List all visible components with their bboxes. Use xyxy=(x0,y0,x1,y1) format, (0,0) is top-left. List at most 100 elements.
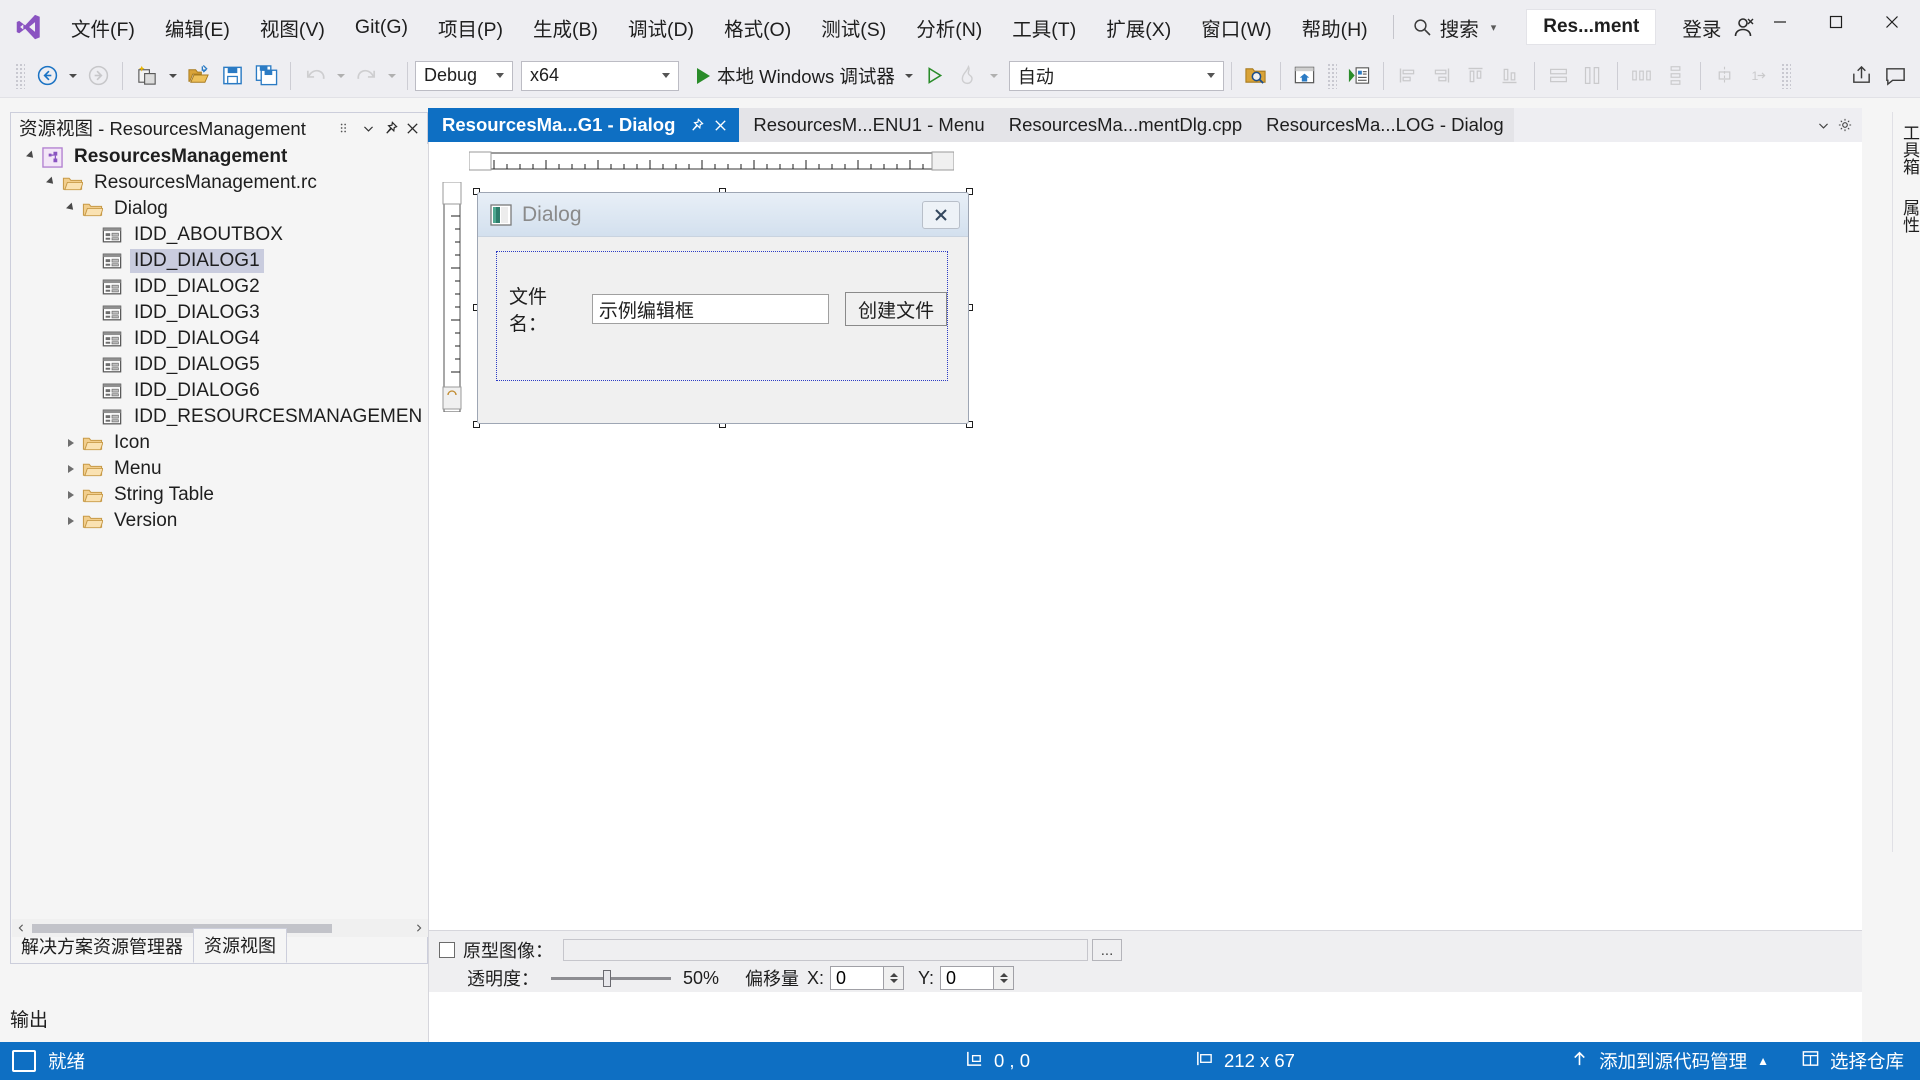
open-file-icon[interactable] xyxy=(181,59,215,93)
tree-item-idd-dialog6[interactable]: IDD_DIALOG6 xyxy=(12,378,428,404)
dock-tab-properties[interactable]: 属性 xyxy=(1893,187,1920,245)
chevron-down-icon[interactable] xyxy=(1812,109,1834,141)
maximize-button[interactable] xyxy=(1808,0,1864,44)
document-tab-dialog1[interactable]: ResourcesMa...G1 - Dialog xyxy=(428,108,740,142)
tree-item-idd-resourcesmanagemen[interactable]: IDD_RESOURCESMANAGEMEN xyxy=(12,404,428,430)
menu-tools[interactable]: 工具(T) xyxy=(997,8,1091,46)
offset-x-value[interactable]: 0 xyxy=(830,966,885,990)
toolbar-grip-2[interactable] xyxy=(1326,62,1337,89)
navigate-back-dropdown[interactable] xyxy=(64,59,81,93)
configuration-combo[interactable]: Debug xyxy=(415,60,513,91)
more-options-icon[interactable] xyxy=(335,115,357,141)
menu-build[interactable]: 生成(B) xyxy=(518,8,613,46)
tree-item-idd-dialog2[interactable]: IDD_DIALOG2 xyxy=(12,274,428,300)
save-icon[interactable] xyxy=(215,59,249,93)
dialog-preview-window[interactable]: Dialog 文件名： 示例编辑框 创建文件 xyxy=(477,192,969,424)
dropdown-chevron-icon[interactable] xyxy=(357,115,379,141)
collapse-arrow-icon[interactable] xyxy=(62,196,80,222)
offset-y-value[interactable]: 0 xyxy=(940,966,995,990)
offset-x-stepper[interactable]: 0 xyxy=(830,966,905,990)
menu-extensions[interactable]: 扩展(X) xyxy=(1091,8,1186,46)
opacity-slider-thumb[interactable] xyxy=(603,970,611,987)
chevron-down-icon[interactable]: ▾ xyxy=(1491,21,1497,34)
tree-item-idd-aboutbox[interactable]: IDD_ABOUTBOX xyxy=(12,222,428,248)
menu-debug[interactable]: 调试(D) xyxy=(613,8,709,46)
prototype-image-path-input[interactable] xyxy=(563,939,1088,961)
tree-item-resourcesmanagement[interactable]: ResourcesManagement xyxy=(12,144,428,170)
tree-item-idd-dialog5[interactable]: IDD_DIALOG5 xyxy=(12,352,428,378)
preview-icon[interactable] xyxy=(1342,59,1376,93)
share-icon[interactable] xyxy=(1844,59,1878,93)
select-repository-button[interactable]: 选择仓库 xyxy=(1785,1042,1920,1080)
menu-test[interactable]: 测试(S) xyxy=(806,8,901,46)
tab-solution-explorer[interactable]: 解决方案资源管理器 xyxy=(11,930,193,963)
tree-item-icon[interactable]: Icon xyxy=(12,430,428,456)
close-icon[interactable] xyxy=(711,118,729,133)
save-all-icon[interactable] xyxy=(249,59,283,93)
menu-analyze[interactable]: 分析(N) xyxy=(901,8,997,46)
search-input[interactable]: 搜索 ▾ xyxy=(1404,9,1505,45)
create-file-button[interactable]: 创建文件 xyxy=(845,292,948,326)
tree-item-menu[interactable]: Menu xyxy=(12,456,428,482)
opacity-slider[interactable] xyxy=(551,968,671,988)
tree-item-version[interactable]: Version xyxy=(12,508,428,534)
menu-window[interactable]: 窗口(W) xyxy=(1186,8,1286,46)
document-tab-menu[interactable]: ResourcesM...ENU1 - Menu xyxy=(739,108,995,142)
start-debugging-dropdown[interactable] xyxy=(901,59,918,93)
auto-select-combo[interactable]: 自动 xyxy=(1008,60,1224,91)
menu-format[interactable]: 格式(O) xyxy=(709,8,806,46)
tree-item-string-table[interactable]: String Table xyxy=(12,482,428,508)
tab-settings-icon[interactable] xyxy=(1834,109,1856,141)
filename-edit-control[interactable]: 示例编辑框 xyxy=(591,294,830,324)
tree-item-idd-dialog3[interactable]: IDD_DIALOG3 xyxy=(12,300,428,326)
menu-help[interactable]: 帮助(H) xyxy=(1287,8,1383,46)
dialog-close-icon[interactable] xyxy=(922,200,960,229)
toolbar-grip-3[interactable] xyxy=(1780,62,1791,89)
offset-y-stepper[interactable]: 0 xyxy=(940,966,1015,990)
start-debugging-button[interactable]: 本地 Windows 调试器 xyxy=(691,60,901,92)
expand-arrow-icon[interactable] xyxy=(62,482,80,508)
output-panel-label[interactable]: 输出 xyxy=(10,1005,48,1032)
project-name-chip[interactable]: Res...ment xyxy=(1526,9,1657,45)
dialog-designer-surface[interactable]: Dialog 文件名： 示例编辑框 创建文件 xyxy=(428,142,1862,1042)
offset-x-spin-buttons[interactable] xyxy=(884,966,905,990)
minimize-button[interactable] xyxy=(1752,0,1808,44)
menu-file[interactable]: 文件(F) xyxy=(56,8,150,46)
menu-view[interactable]: 视图(V) xyxy=(245,8,340,46)
resource-tree[interactable]: ResourcesManagement ResourcesManagement.r… xyxy=(12,144,428,934)
add-to-source-control-button[interactable]: 添加到源代码管理 ▲ xyxy=(1554,1042,1785,1080)
menu-git[interactable]: Git(G) xyxy=(340,8,423,46)
collapse-arrow-icon[interactable] xyxy=(42,170,60,196)
close-icon[interactable] xyxy=(401,115,423,141)
expand-arrow-icon[interactable] xyxy=(62,456,80,482)
toolbar-grip[interactable] xyxy=(15,62,25,89)
collapse-arrow-icon[interactable] xyxy=(22,144,40,170)
new-item-icon[interactable] xyxy=(130,59,164,93)
sign-in-button[interactable]: 登录 xyxy=(1682,13,1755,42)
document-tab-dialog[interactable]: ResourcesMa...LOG - Dialog xyxy=(1252,108,1514,142)
tree-item-idd-dialog4[interactable]: IDD_DIALOG4 xyxy=(12,326,428,352)
platform-combo[interactable]: x64 xyxy=(521,60,679,91)
tree-item-idd-dialog1[interactable]: IDD_DIALOG1 xyxy=(12,248,428,274)
dialog-selection[interactable]: Dialog 文件名： 示例编辑框 创建文件 xyxy=(473,188,973,428)
home-window-icon[interactable] xyxy=(1288,59,1322,93)
feedback-icon[interactable] xyxy=(1878,59,1912,93)
find-in-files-icon[interactable] xyxy=(1239,59,1273,93)
start-without-debugging-icon[interactable] xyxy=(918,59,952,93)
document-tab-cpp[interactable]: ResourcesMa...mentDlg.cpp xyxy=(994,108,1253,142)
offset-y-spin-buttons[interactable] xyxy=(994,966,1015,990)
prototype-image-checkbox[interactable] xyxy=(439,942,455,958)
menu-project[interactable]: 项目(P) xyxy=(423,8,518,46)
tree-item-resourcesmanagement-rc[interactable]: ResourcesManagement.rc xyxy=(12,170,428,196)
new-item-dropdown[interactable] xyxy=(164,59,181,93)
close-button[interactable] xyxy=(1864,0,1920,44)
caret-up-icon[interactable]: ▲ xyxy=(1757,1054,1769,1068)
dock-tab-toolbox[interactable]: 工具箱 xyxy=(1893,112,1920,187)
group-box-control[interactable]: 文件名： 示例编辑框 创建文件 xyxy=(496,251,948,381)
navigate-back-icon[interactable] xyxy=(30,59,64,93)
expand-arrow-icon[interactable] xyxy=(62,430,80,456)
tab-resource-view[interactable]: 资源视图 xyxy=(193,928,287,963)
prototype-image-browse-button[interactable]: ... xyxy=(1092,939,1122,961)
expand-arrow-icon[interactable] xyxy=(62,508,80,534)
pin-icon[interactable] xyxy=(687,117,705,133)
